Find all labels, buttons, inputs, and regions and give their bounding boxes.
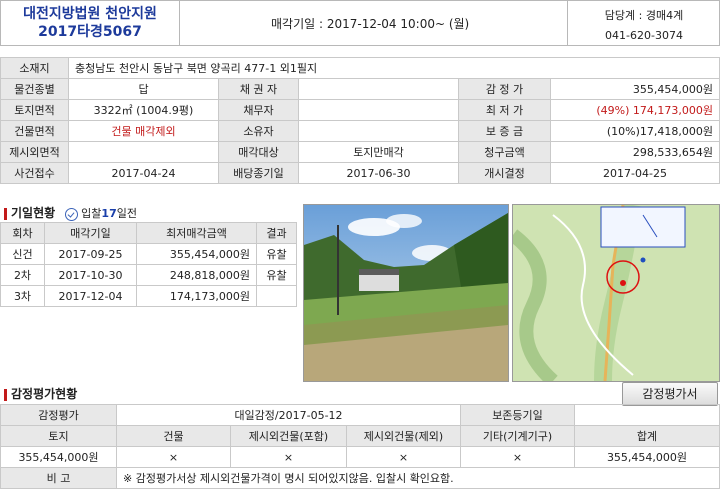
photo-svg — [304, 205, 508, 381]
table-row: 3차 2017-12-04 174,173,000원 — [0, 285, 297, 307]
deposit-value: (10%)17,418,000원 — [550, 120, 720, 142]
land-area-value: 3322㎡ (1004.9평) — [68, 99, 219, 121]
col-building: 건물 — [116, 425, 231, 447]
start-label: 개시결정 — [458, 162, 551, 184]
result-cell: 유찰 — [256, 243, 297, 265]
deadline-label: 배당종기일 — [218, 162, 299, 184]
section-marker — [4, 208, 7, 220]
date-cell: 2017-12-04 — [44, 285, 137, 307]
section-marker — [4, 389, 7, 401]
creditor-value — [298, 78, 459, 100]
case-header: 대전지방법원 천안지원 2017타경5067 매각기일 : 2017-12-04… — [0, 0, 720, 46]
col-extra-incl: 제시외건물(포함) — [230, 425, 347, 447]
appraisal-report-button[interactable]: 감정평가서 — [622, 382, 718, 406]
owner-label: 소유자 — [218, 120, 299, 142]
address-label: 소재지 — [0, 57, 69, 79]
creditor-label: 채 권 자 — [218, 78, 299, 100]
dept-phone: 041-620-3074 — [605, 29, 683, 42]
claim-amount-label: 청구금액 — [458, 141, 551, 163]
col-total: 합계 — [574, 425, 720, 447]
history-title: 기일현황 — [11, 206, 56, 220]
extra-excl-value: × — [346, 446, 461, 468]
claim-amount-value: 298,533,654원 — [550, 141, 720, 163]
owner-value — [298, 120, 459, 142]
price-cell: 248,818,000원 — [136, 264, 257, 286]
price-cell: 174,173,000원 — [136, 285, 257, 307]
received-value: 2017-04-24 — [68, 162, 219, 184]
total-value: 355,454,000원 — [574, 446, 720, 468]
col-round: 회차 — [0, 222, 45, 244]
note-value: ※ 감정평가서상 제시외건물가격이 명시 되어있지않음. 입찰시 확인요함. — [116, 467, 720, 489]
court-box: 대전지방법원 천안지원 2017타경5067 — [1, 1, 180, 45]
excluded-area-label: 제시외면적 — [0, 141, 69, 163]
sale-target-value: 토지만매각 — [298, 141, 459, 163]
appraisal-org-label: 감정평가 — [0, 404, 117, 426]
note-label: 비 고 — [0, 467, 117, 489]
history-header: 기일현황 입찰17일전 — [4, 204, 296, 221]
col-result: 결과 — [256, 222, 297, 244]
clock-check-icon — [64, 207, 78, 221]
dept-label: 담당계 : 경매4계 — [604, 9, 684, 22]
type-value: 답 — [68, 78, 219, 100]
building-area-label: 건물면적 — [0, 120, 69, 142]
bid-note: 입찰17일전 — [81, 207, 137, 220]
appraisal-title: 감정평가현황 — [11, 387, 78, 401]
excluded-area-value — [68, 141, 219, 163]
court-name: 대전지방법원 천안지원 — [23, 6, 157, 22]
property-photo[interactable] — [303, 204, 509, 382]
date-cell: 2017-10-30 — [44, 264, 137, 286]
property-info-table: 소재지 충청남도 천안시 동남구 북면 양곡리 477-1 외1필지 물건종별 … — [0, 57, 720, 184]
history-table: 회차 매각기일 최저매각금액 결과 신건 2017-09-25 355,454,… — [0, 222, 297, 307]
start-value: 2017-04-25 — [550, 162, 720, 184]
other-value: × — [460, 446, 575, 468]
received-label: 사건접수 — [0, 162, 69, 184]
col-extra-excl: 제시외건물(제외) — [346, 425, 461, 447]
col-other: 기타(기계기구) — [460, 425, 575, 447]
preservation-date-value — [574, 404, 720, 426]
price-cell: 355,454,000원 — [136, 243, 257, 265]
debtor-label: 채무자 — [218, 99, 299, 121]
case-number: 2017타경5067 — [38, 24, 142, 40]
deposit-label: 보 증 금 — [458, 120, 551, 142]
sale-date: 매각기일 : 2017-12-04 10:00~ (월) — [271, 17, 470, 31]
type-label: 물건종별 — [0, 78, 69, 100]
appraisal-label: 감 정 가 — [458, 78, 551, 100]
appraisal-table: 감정평가 대일감정/2017-05-12 보존등기일 토지 건물 제시외건물(포… — [0, 404, 720, 489]
table-row: 355,454,000원 × × × × 355,454,000원 — [0, 446, 720, 468]
col-date: 매각기일 — [44, 222, 137, 244]
result-cell — [256, 285, 297, 307]
min-price-label: 최 저 가 — [458, 99, 551, 121]
result-cell: 유찰 — [256, 264, 297, 286]
appraisal-org-value: 대일감정/2017-05-12 — [116, 404, 461, 426]
building-area-value: 건물 매각제외 — [68, 120, 219, 142]
round-cell: 3차 — [0, 285, 45, 307]
preservation-date-label: 보존등기일 — [460, 404, 575, 426]
table-row: 2차 2017-10-30 248,818,000원 유찰 — [0, 264, 297, 286]
deadline-value: 2017-06-30 — [298, 162, 459, 184]
map-svg — [513, 205, 719, 381]
sale-target-label: 매각대상 — [218, 141, 299, 163]
col-price: 최저매각금액 — [136, 222, 257, 244]
land-area-label: 토지면적 — [0, 99, 69, 121]
date-cell: 2017-09-25 — [44, 243, 137, 265]
appraisal-value: 355,454,000원 — [550, 78, 720, 100]
round-cell: 2차 — [0, 264, 45, 286]
col-land: 토지 — [0, 425, 117, 447]
address-value: 충청남도 천안시 동남구 북면 양곡리 477-1 외1필지 — [68, 57, 720, 79]
round-cell: 신건 — [0, 243, 45, 265]
land-value: 355,454,000원 — [0, 446, 117, 468]
dept-box: 담당계 : 경매4계 041-620-3074 — [567, 1, 720, 45]
appraisal-header: 감정평가현황 — [4, 385, 77, 401]
building-value: × — [116, 446, 231, 468]
table-row: 신건 2017-09-25 355,454,000원 유찰 — [0, 243, 297, 265]
debtor-value — [298, 99, 459, 121]
extra-incl-value: × — [230, 446, 347, 468]
location-map[interactable] — [512, 204, 720, 382]
min-price-value: (49%) 174,173,000원 — [550, 99, 720, 121]
